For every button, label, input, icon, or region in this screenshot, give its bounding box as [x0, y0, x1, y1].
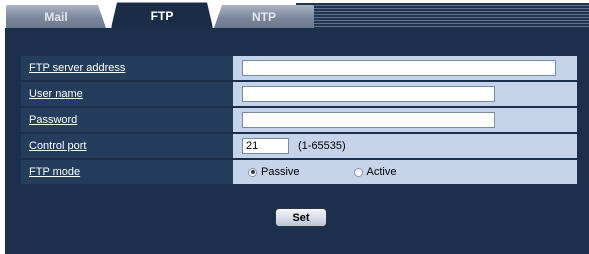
control-port-cell: (1-65535): [233, 134, 577, 158]
ftp-server-address-label[interactable]: FTP server address: [21, 56, 233, 80]
ftp-server-address-cell: [233, 56, 577, 80]
ftp-mode-row: FTP mode Passive Active: [21, 160, 577, 184]
user-name-label[interactable]: User name: [21, 82, 233, 106]
user-name-input[interactable]: [242, 86, 495, 102]
set-button[interactable]: Set: [275, 208, 327, 227]
control-port-label[interactable]: Control port: [21, 134, 233, 158]
control-port-input[interactable]: [242, 138, 289, 154]
user-name-row: User name: [21, 82, 577, 106]
active-radio-label: Active: [366, 166, 397, 178]
ftp-mode-label[interactable]: FTP mode: [21, 160, 233, 184]
ftp-settings-panel: FTP server address User name Password Co…: [5, 28, 589, 254]
ftp-mode-active-option[interactable]: Active: [353, 166, 397, 178]
password-input[interactable]: [242, 112, 495, 128]
control-port-row: Control port (1-65535): [21, 134, 577, 158]
tab-ftp[interactable]: FTP: [111, 2, 213, 28]
ftp-server-address-row: FTP server address: [21, 56, 577, 80]
user-name-cell: [233, 82, 577, 106]
tab-bar-decoration: [296, 3, 589, 28]
password-cell: [233, 108, 577, 132]
passive-radio-label: Passive: [261, 166, 300, 178]
tab-ntp[interactable]: NTP: [214, 5, 314, 28]
ftp-mode-passive-option[interactable]: Passive: [248, 166, 300, 178]
tab-mail[interactable]: Mail: [6, 5, 106, 28]
control-port-range-hint: (1-65535): [298, 140, 346, 152]
active-radio[interactable]: [353, 167, 363, 177]
password-row: Password: [21, 108, 577, 132]
ftp-mode-cell: Passive Active: [233, 160, 577, 184]
ftp-settings-form: FTP server address User name Password Co…: [21, 54, 577, 186]
passive-radio[interactable]: [248, 167, 257, 177]
tab-bar: Mail FTP NTP: [0, 0, 589, 28]
password-label[interactable]: Password: [21, 108, 233, 132]
ftp-server-address-input[interactable]: [242, 60, 556, 76]
